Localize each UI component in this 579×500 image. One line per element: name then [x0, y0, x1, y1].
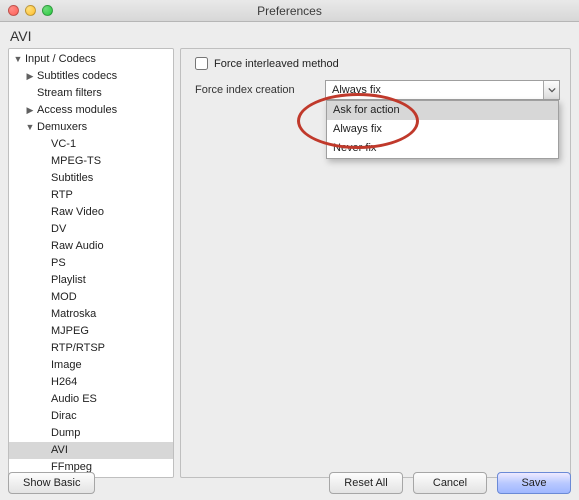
tree-item-label: VC-1 [49, 137, 76, 152]
tree-item-audio-es[interactable]: Audio ES [9, 391, 173, 408]
tree-item-label: MJPEG [49, 324, 89, 339]
tree-item-mpeg-ts[interactable]: MPEG-TS [9, 153, 173, 170]
dropdown-option[interactable]: Ask for action [327, 101, 558, 120]
tree-item-vc-1[interactable]: VC-1 [9, 136, 173, 153]
triangle-right-icon: ▶ [25, 103, 35, 118]
tree-item-label: Raw Video [49, 205, 104, 220]
force-index-combobox[interactable]: Always fix Ask for actionAlways fixNever… [325, 80, 560, 100]
tree-item-image[interactable]: Image [9, 357, 173, 374]
tree-item-subtitles[interactable]: Subtitles [9, 170, 173, 187]
tree-item-raw-audio[interactable]: Raw Audio [9, 238, 173, 255]
tree-item-rtp-rtsp[interactable]: RTP/RTSP [9, 340, 173, 357]
tree-item-rtp[interactable]: RTP [9, 187, 173, 204]
tree-item-label: Subtitles [49, 171, 93, 186]
tree-item-label: Audio ES [49, 392, 97, 407]
tree-item-label: PS [49, 256, 66, 271]
category-tree[interactable]: ▼Input / Codecs▶Subtitles codecsStream f… [8, 48, 174, 478]
tree-item-access-modules[interactable]: ▶Access modules [9, 102, 173, 119]
tree-item-label: Demuxers [35, 120, 87, 135]
triangle-right-icon: ▶ [25, 69, 35, 84]
dialog-footer: Show Basic Reset All Cancel Save [8, 472, 571, 494]
tree-item-dump[interactable]: Dump [9, 425, 173, 442]
tree-item-label: Stream filters [35, 86, 102, 101]
force-index-label: Force index creation [195, 84, 319, 96]
tree-item-dirac[interactable]: Dirac [9, 408, 173, 425]
section-title: AVI [0, 22, 579, 48]
reset-all-button[interactable]: Reset All [329, 472, 403, 494]
dropdown-option[interactable]: Never fix [327, 139, 558, 158]
tree-item-label: RTP/RTSP [49, 341, 105, 356]
tree-item-stream-filters[interactable]: Stream filters [9, 85, 173, 102]
force-interleaved-label: Force interleaved method [214, 58, 339, 70]
tree-item-subtitles-codecs[interactable]: ▶Subtitles codecs [9, 68, 173, 85]
tree-item-playlist[interactable]: Playlist [9, 272, 173, 289]
tree-item-label: Subtitles codecs [35, 69, 117, 84]
tree-item-label: Image [49, 358, 82, 373]
settings-panel: Force interleaved method Force index cre… [180, 48, 571, 478]
tree-item-label: DV [49, 222, 66, 237]
tree-item-input-codecs[interactable]: ▼Input / Codecs [9, 51, 173, 68]
tree-item-label: Raw Audio [49, 239, 104, 254]
tree-item-label: Input / Codecs [23, 52, 96, 67]
triangle-down-icon: ▼ [13, 52, 23, 67]
tree-item-demuxers[interactable]: ▼Demuxers [9, 119, 173, 136]
tree-item-matroska[interactable]: Matroska [9, 306, 173, 323]
tree-item-label: Access modules [35, 103, 117, 118]
tree-item-label: MOD [49, 290, 77, 305]
tree-item-mod[interactable]: MOD [9, 289, 173, 306]
save-button[interactable]: Save [497, 472, 571, 494]
window-title: Preferences [0, 4, 579, 18]
tree-item-label: Playlist [49, 273, 86, 288]
force-index-dropdown[interactable]: Ask for actionAlways fixNever fix [326, 100, 559, 159]
tree-item-dv[interactable]: DV [9, 221, 173, 238]
force-interleaved-checkbox[interactable] [195, 57, 208, 70]
tree-item-label: Matroska [49, 307, 96, 322]
force-interleaved-row: Force interleaved method [195, 57, 560, 70]
dropdown-option[interactable]: Always fix [327, 120, 558, 139]
tree-item-label: MPEG-TS [49, 154, 101, 169]
chevron-down-icon [548, 86, 556, 94]
combobox-value: Always fix [332, 84, 381, 96]
tree-item-label: RTP [49, 188, 73, 203]
tree-item-label: Dirac [49, 409, 77, 424]
cancel-button[interactable]: Cancel [413, 472, 487, 494]
tree-item-ps[interactable]: PS [9, 255, 173, 272]
window-titlebar: Preferences [0, 0, 579, 22]
tree-item-label: H264 [49, 375, 77, 390]
tree-item-label: AVI [49, 443, 68, 458]
tree-item-label: Dump [49, 426, 80, 441]
preferences-content: ▼Input / Codecs▶Subtitles codecsStream f… [0, 48, 579, 478]
show-basic-button[interactable]: Show Basic [8, 472, 95, 494]
force-index-row: Force index creation Always fix Ask for … [195, 80, 560, 100]
tree-item-raw-video[interactable]: Raw Video [9, 204, 173, 221]
tree-item-avi[interactable]: AVI [9, 442, 173, 459]
triangle-down-icon: ▼ [25, 120, 35, 135]
footer-right-group: Reset All Cancel Save [329, 472, 571, 494]
combobox-toggle[interactable] [543, 81, 559, 99]
tree-item-mjpeg[interactable]: MJPEG [9, 323, 173, 340]
tree-item-h264[interactable]: H264 [9, 374, 173, 391]
